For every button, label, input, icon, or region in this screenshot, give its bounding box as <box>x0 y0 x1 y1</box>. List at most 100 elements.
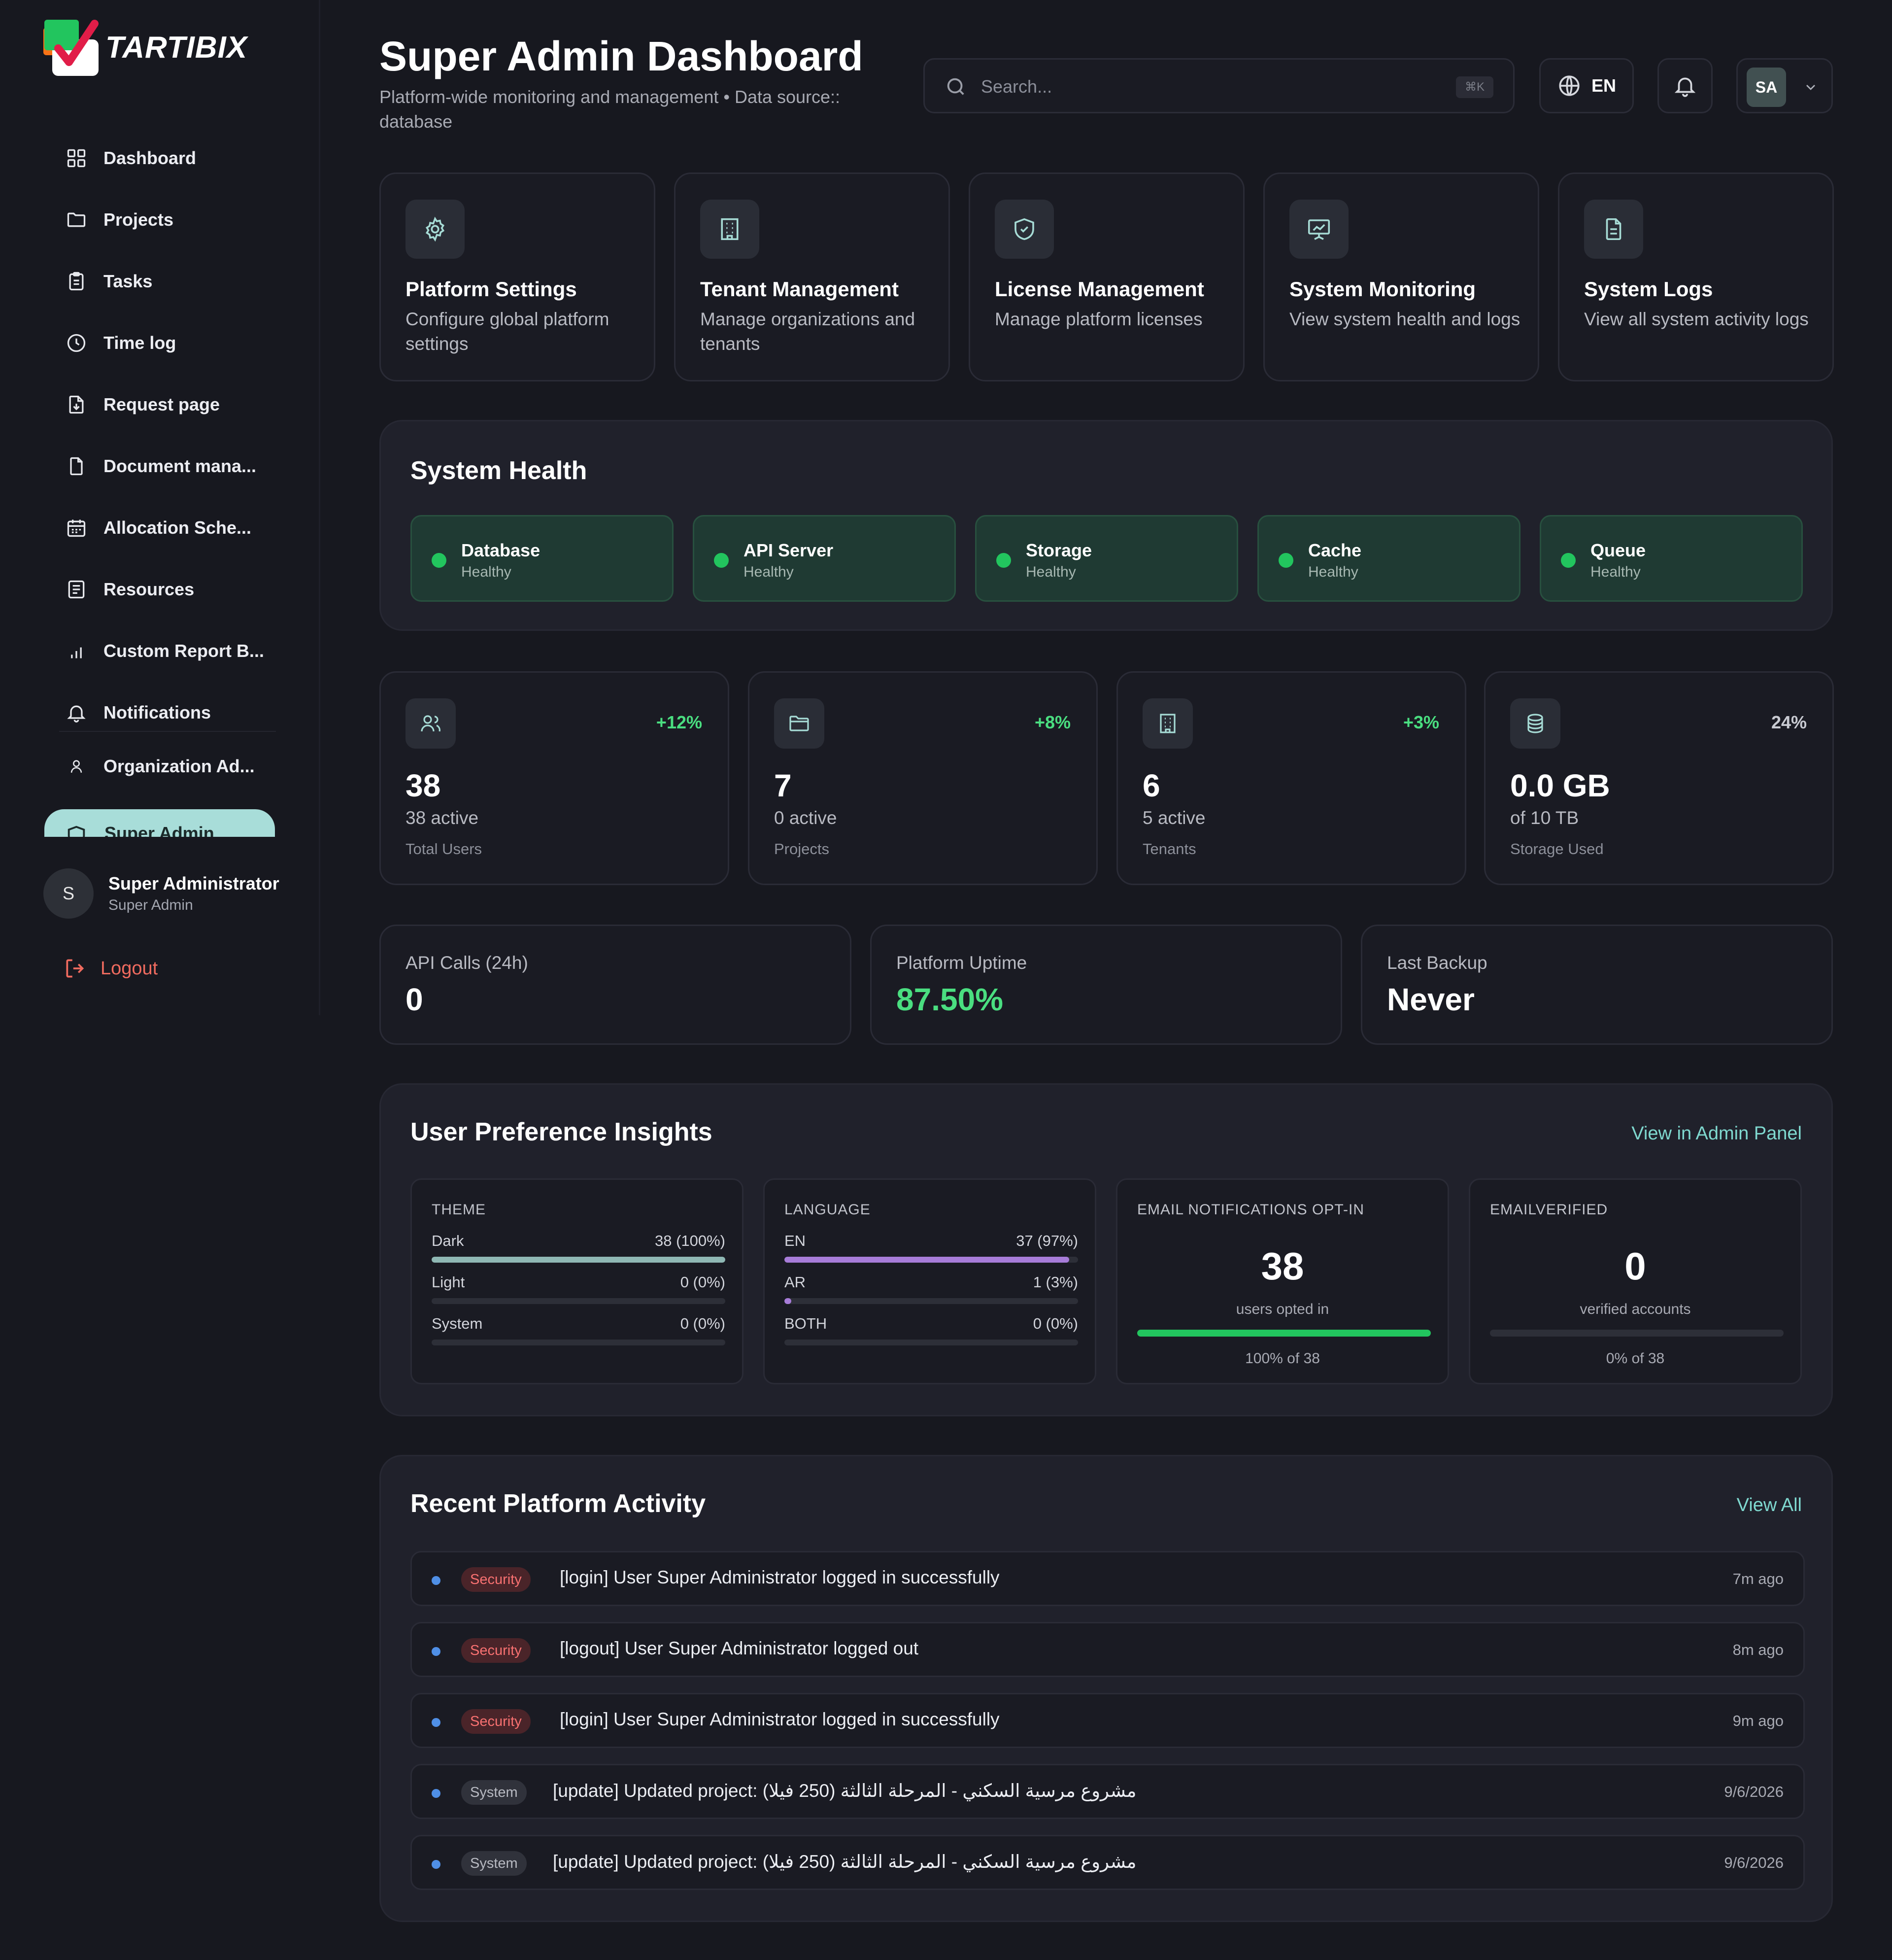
sidebar-item-notifications[interactable]: Notifications <box>64 682 276 743</box>
sidebar-item-label: Allocation Sche... <box>103 517 252 538</box>
view-in-admin-panel-link[interactable]: View in Admin Panel <box>1631 1123 1802 1144</box>
search-icon <box>947 78 964 95</box>
sidebar-item-custom-report-builder[interactable]: Custom Report B... <box>64 620 276 682</box>
stat-label: Projects <box>774 840 829 858</box>
gear-icon <box>405 200 465 259</box>
stat-value: 0.0 GB <box>1510 768 1610 803</box>
sidebar-item-label: Time log <box>103 332 176 353</box>
quick-card-license-management[interactable]: License Management Manage platform licen… <box>969 172 1245 381</box>
status-dot <box>996 553 1011 568</box>
activity-dot <box>432 1789 440 1798</box>
quick-card-tenant-management[interactable]: Tenant Management Manage organizations a… <box>674 172 950 381</box>
logout-button[interactable]: Logout <box>63 956 158 981</box>
stat-change: 24% <box>1771 712 1807 732</box>
activity-row[interactable]: System [update] Updated project: مشروع م… <box>410 1764 1805 1819</box>
brand-logo[interactable]: TARTIBIX <box>43 19 247 76</box>
quick-card-system-logs[interactable]: System Logs View all system activity log… <box>1558 172 1834 381</box>
stat-sub: 0 active <box>774 808 837 828</box>
stat-label: Storage Used <box>1510 840 1604 858</box>
sidebar-item-time-log[interactable]: Time log <box>64 312 276 374</box>
quick-card-platform-settings[interactable]: Platform Settings Configure global platf… <box>379 172 655 381</box>
sidebar-item-label: Projects <box>103 209 174 230</box>
stat-value: 6 <box>1143 768 1160 803</box>
activity-row[interactable]: Security [logout] User Super Administrat… <box>410 1622 1805 1677</box>
sidebar-divider <box>59 731 276 732</box>
activity-row[interactable]: System [update] Updated project: مشروع م… <box>410 1835 1805 1890</box>
activity-row[interactable]: Security [login] User Super Administrato… <box>410 1551 1805 1606</box>
sidebar-item-projects[interactable]: Projects <box>64 189 276 250</box>
user-preference-insights-panel: User Preference Insights View in Admin P… <box>379 1083 1833 1416</box>
sidebar-item-tasks[interactable]: Tasks <box>64 250 276 312</box>
progress-track <box>784 1257 1078 1263</box>
view-all-link[interactable]: View All <box>1737 1495 1802 1516</box>
activity-badge: System <box>461 1851 527 1876</box>
insight-row: EN 37 (97%) <box>784 1232 1078 1263</box>
activity-dot <box>432 1576 440 1585</box>
health-card-storage: Storage Healthy <box>975 515 1238 602</box>
language-switcher[interactable]: EN <box>1539 58 1634 113</box>
chevron-down-icon <box>1806 85 1815 90</box>
health-name: Database <box>461 540 541 560</box>
activity-time: 9/6/2026 <box>1724 1854 1784 1871</box>
sidebar-item-allocation-schedule[interactable]: Allocation Sche... <box>64 497 276 558</box>
insight-row-label: Dark <box>432 1232 464 1249</box>
stat-card-tenants: +3% 6 5 active Tenants <box>1116 671 1466 885</box>
sidebar: TARTIBIX Dashboard Projects Tasks Time l… <box>0 0 320 1015</box>
progress-track <box>432 1257 725 1263</box>
health-status: Healthy <box>1590 564 1641 580</box>
sidebar-item-label: Dashboard <box>103 147 197 168</box>
metric-card-api-calls: API Calls (24h) 0 <box>379 925 851 1045</box>
section-title: User Preference Insights <box>410 1118 712 1146</box>
quick-card-title: System Logs <box>1584 277 1713 301</box>
insight-row-value: 1 (3%) <box>1033 1273 1078 1291</box>
quick-card-title: Tenant Management <box>700 277 899 301</box>
page-subtitle: Platform-wide monitoring and management … <box>379 87 841 132</box>
insight-value: 38 <box>1261 1244 1304 1288</box>
insight-row-value: 0 (0%) <box>680 1273 725 1291</box>
sidebar-item-label: Custom Report B... <box>103 640 265 661</box>
sidebar-item-resources[interactable]: Resources <box>64 558 276 620</box>
stat-card-total-users: +12% 38 38 active Total Users <box>379 671 729 885</box>
file-icon <box>64 454 89 479</box>
activity-time: 7m ago <box>1732 1570 1784 1587</box>
search-input[interactable]: Search... <box>981 76 1052 97</box>
insight-card-language: LANGUAGE EN 37 (97%) AR 1 (3%) BOTH 0 (0… <box>763 1178 1096 1384</box>
insight-row-value: 0 (0%) <box>1033 1315 1078 1332</box>
user-role: Super Admin <box>108 897 193 913</box>
activity-row[interactable]: Security [login] User Super Administrato… <box>410 1693 1805 1748</box>
health-status: Healthy <box>461 564 511 580</box>
system-health-panel: System Health Database Healthy API Serve… <box>379 420 1833 631</box>
sidebar-item-organization-admin[interactable]: Organization Ad... <box>64 735 276 797</box>
bell-icon <box>1674 77 1696 97</box>
health-card-database: Database Healthy <box>410 515 674 602</box>
stat-label: Tenants <box>1143 840 1196 858</box>
metric-value: Never <box>1387 982 1475 1017</box>
health-name: Queue <box>1590 540 1646 560</box>
user-profile[interactable]: S Super Administrator Super Admin <box>43 868 279 919</box>
notifications-button[interactable] <box>1657 58 1713 113</box>
sidebar-item-label: Request page <box>103 394 220 414</box>
activity-badge: Security <box>461 1638 531 1663</box>
sidebar-nav: Dashboard Projects Tasks Time log Reques… <box>64 127 276 743</box>
insight-row: AR 1 (3%) <box>784 1273 1078 1304</box>
section-title: System Health <box>410 456 587 485</box>
insight-value: 0 <box>1624 1244 1646 1288</box>
activity-message: [update] Updated project: مشروع مرسية ال… <box>553 1852 1137 1872</box>
activity-dot <box>432 1718 440 1727</box>
progress-track <box>784 1298 1078 1304</box>
sidebar-item-label: Tasks <box>103 271 153 291</box>
sidebar-item-request-page[interactable]: Request page <box>64 374 276 435</box>
profile-menu-button[interactable]: SA <box>1736 58 1833 113</box>
stat-change: +3% <box>1403 712 1439 732</box>
sidebar-item-document-management[interactable]: Document mana... <box>64 435 276 497</box>
folder-icon <box>64 207 89 232</box>
search-bar[interactable]: Search... ⌘K <box>923 58 1515 113</box>
grid-icon <box>64 146 89 171</box>
insight-row-label: Light <box>432 1273 465 1291</box>
sidebar-item-dashboard[interactable]: Dashboard <box>64 127 276 189</box>
sidebar-item-super-admin[interactable]: Super Admin <box>44 809 275 837</box>
sidebar-item-label: Notifications <box>103 702 211 722</box>
quick-card-system-monitoring[interactable]: System Monitoring View system health and… <box>1263 172 1539 381</box>
insight-caption: verified accounts <box>1580 1301 1691 1317</box>
quick-card-desc: View all system activity logs <box>1584 309 1809 329</box>
